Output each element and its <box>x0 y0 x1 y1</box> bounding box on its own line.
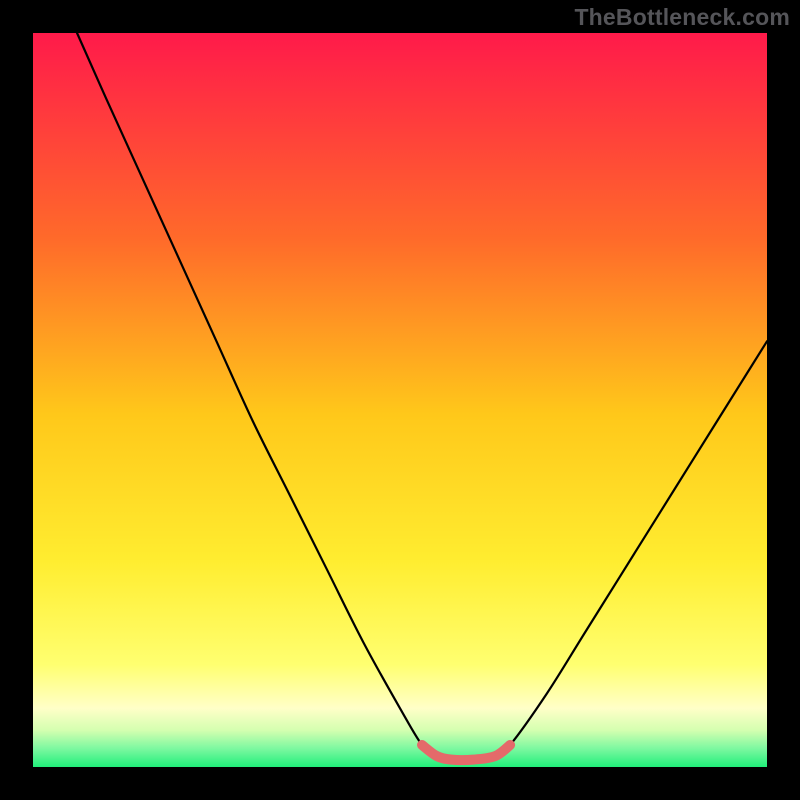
bottleneck-chart <box>0 0 800 800</box>
watermark-text: TheBottleneck.com <box>574 4 790 31</box>
chart-frame: TheBottleneck.com <box>0 0 800 800</box>
plot-panel <box>33 33 767 767</box>
